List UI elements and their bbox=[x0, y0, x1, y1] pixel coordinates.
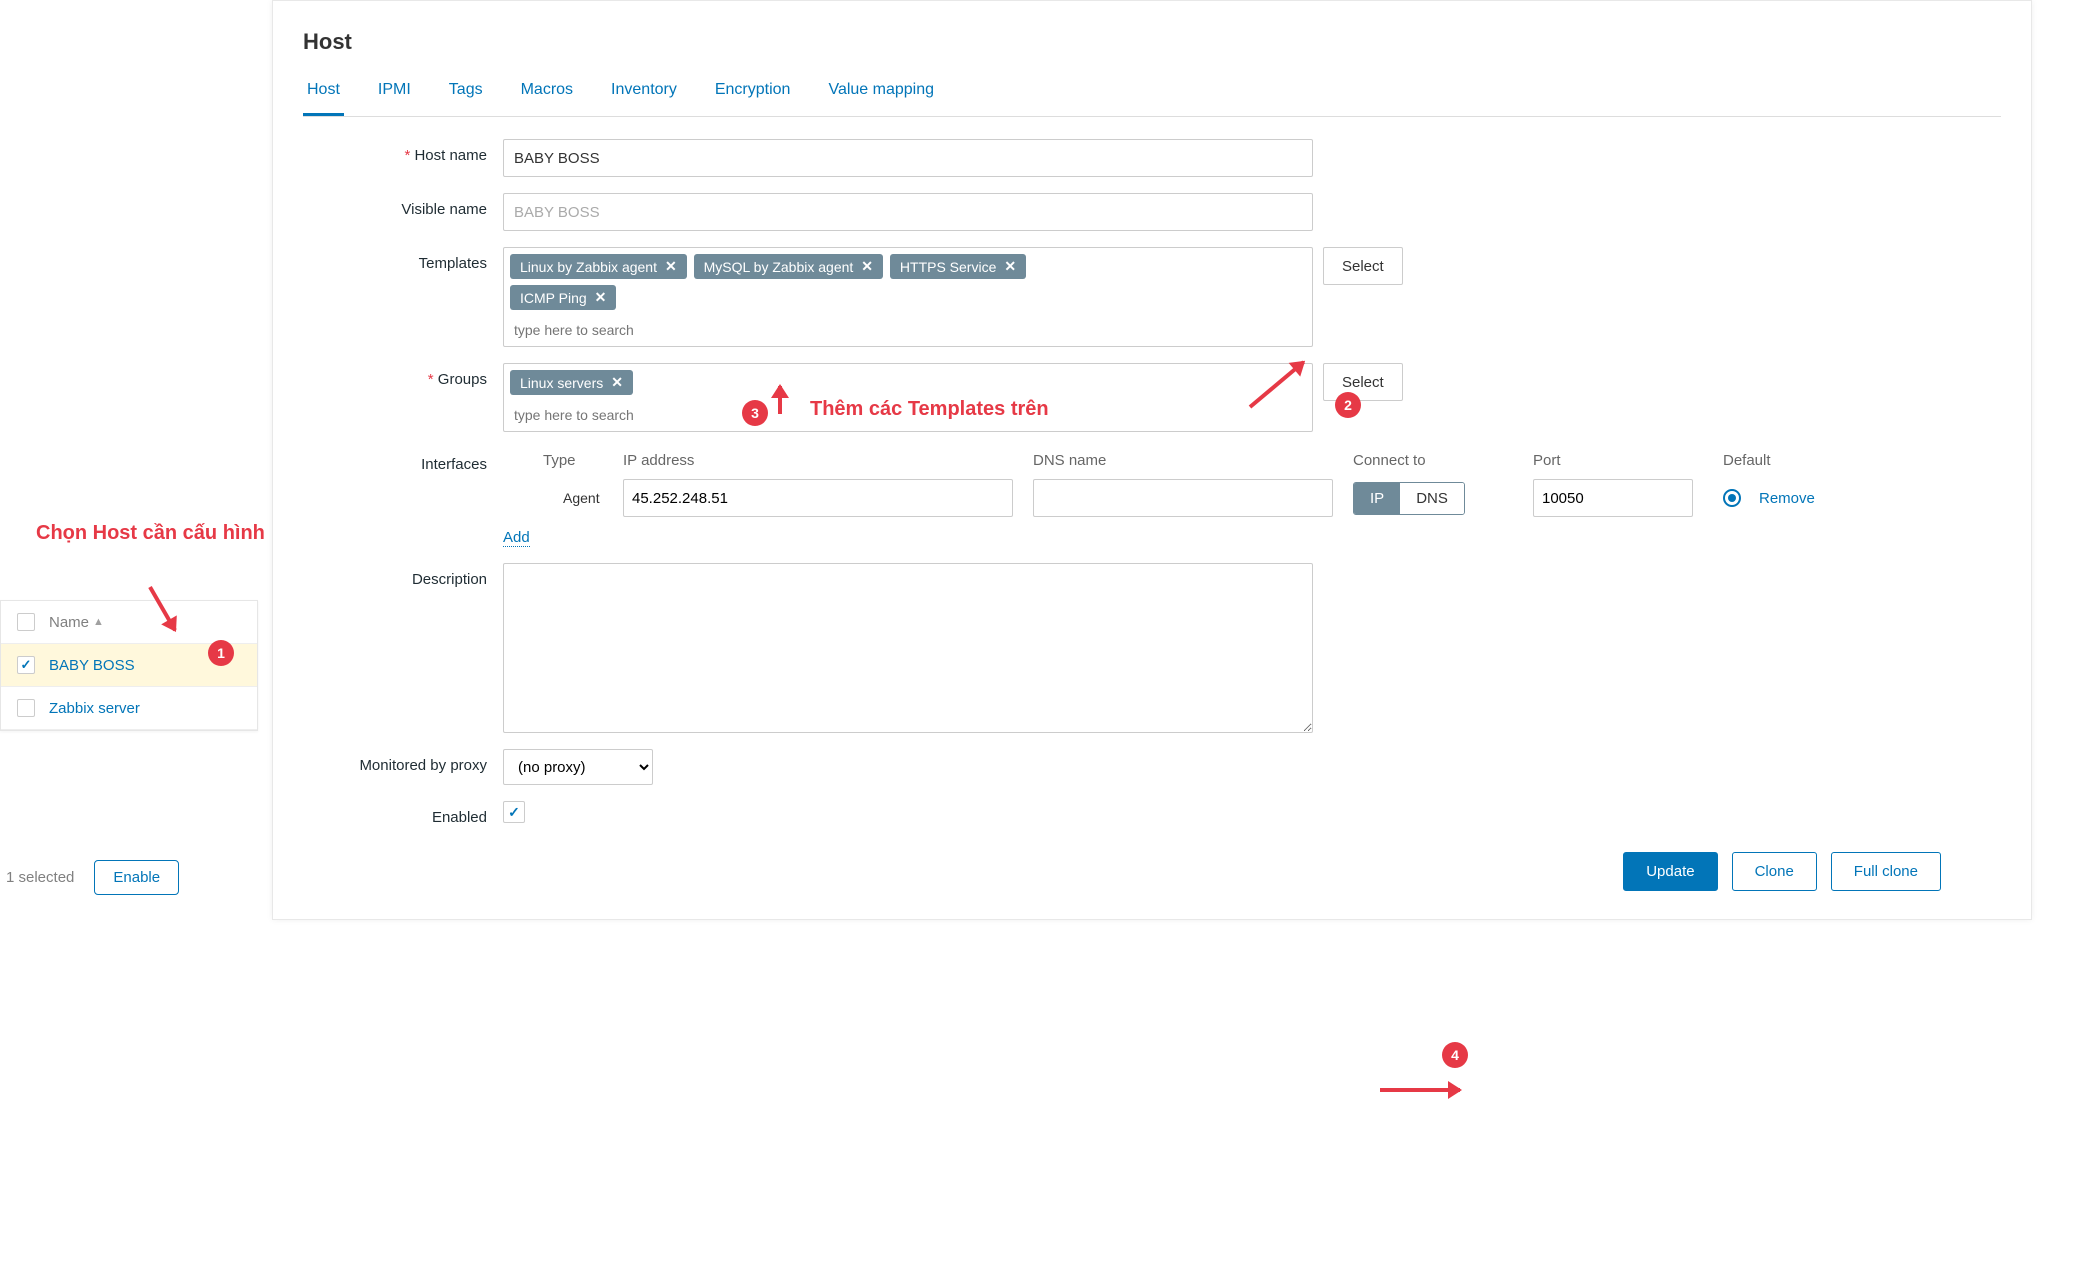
annotation-badge-4: 4 bbox=[1442, 1042, 1468, 1068]
remove-template-icon[interactable]: ✕ bbox=[1004, 258, 1016, 275]
iface-ip-input[interactable] bbox=[623, 479, 1013, 517]
description-textarea[interactable] bbox=[503, 563, 1313, 733]
templates-multiselect[interactable]: Linux by Zabbix agent ✕ MySQL by Zabbix … bbox=[503, 247, 1313, 347]
template-chip-label: ICMP Ping bbox=[520, 290, 587, 306]
proxy-select[interactable]: (no proxy) bbox=[503, 749, 653, 785]
dialog-tabs: Host IPMI Tags Macros Inventory Encrypti… bbox=[303, 73, 2001, 117]
iface-dns-input[interactable] bbox=[1033, 479, 1333, 517]
iface-add-link[interactable]: Add bbox=[503, 529, 530, 547]
iface-header-dns: DNS name bbox=[1033, 452, 1353, 469]
select-all-checkbox[interactable] bbox=[17, 613, 35, 631]
host-link-baby-boss[interactable]: BABY BOSS bbox=[49, 657, 135, 674]
tab-ipmi[interactable]: IPMI bbox=[374, 73, 415, 116]
template-chip-label: HTTPS Service bbox=[900, 259, 996, 275]
iface-port-input[interactable] bbox=[1533, 479, 1693, 517]
tab-encryption[interactable]: Encryption bbox=[711, 73, 795, 116]
enable-button[interactable]: Enable bbox=[94, 860, 179, 895]
host-checkbox-zabbix-server[interactable] bbox=[17, 699, 35, 717]
dialog-footer: Update Clone Full clone bbox=[303, 852, 2001, 891]
arrow-icon bbox=[1380, 1088, 1460, 1092]
iface-header-ip: IP address bbox=[623, 452, 1033, 469]
dialog-title: Host bbox=[303, 29, 2001, 55]
connect-to-ip[interactable]: IP bbox=[1354, 483, 1400, 514]
interfaces-header: Type IP address DNS name Connect to Port… bbox=[503, 452, 1983, 469]
label-host-name: Host name bbox=[303, 139, 503, 164]
tab-macros[interactable]: Macros bbox=[517, 73, 577, 116]
connect-to-toggle: IP DNS bbox=[1353, 482, 1465, 515]
selected-count: 1 selected bbox=[6, 869, 74, 886]
groups-select-button[interactable]: Select bbox=[1323, 363, 1403, 401]
label-groups: Groups bbox=[303, 363, 503, 388]
host-row-zabbix-server[interactable]: Zabbix server bbox=[1, 687, 257, 730]
iface-default-radio[interactable] bbox=[1723, 489, 1741, 507]
template-chip: HTTPS Service ✕ bbox=[890, 254, 1026, 279]
remove-template-icon[interactable]: ✕ bbox=[595, 289, 607, 306]
label-description: Description bbox=[303, 563, 503, 588]
host-name-input[interactable] bbox=[503, 139, 1313, 177]
tab-inventory[interactable]: Inventory bbox=[607, 73, 681, 116]
enabled-checkbox[interactable] bbox=[503, 801, 525, 823]
template-chip: MySQL by Zabbix agent ✕ bbox=[694, 254, 883, 279]
groups-search-input[interactable] bbox=[510, 401, 710, 429]
groups-multiselect[interactable]: Linux servers ✕ bbox=[503, 363, 1313, 432]
templates-select-button[interactable]: Select bbox=[1323, 247, 1403, 285]
visible-name-input[interactable] bbox=[503, 193, 1313, 231]
iface-type: Agent bbox=[503, 490, 623, 506]
label-enabled: Enabled bbox=[303, 801, 503, 826]
iface-remove-link[interactable]: Remove bbox=[1759, 490, 1815, 507]
iface-header-default: Default bbox=[1723, 452, 1843, 469]
template-chip-label: Linux by Zabbix agent bbox=[520, 259, 657, 275]
template-chip: ICMP Ping ✕ bbox=[510, 285, 616, 310]
host-link-zabbix-server[interactable]: Zabbix server bbox=[49, 700, 140, 717]
host-list-panel: Name ▲ BABY BOSS Zabbix server bbox=[0, 600, 258, 731]
annotation-choose-host: Chọn Host cần cấu hình bbox=[36, 520, 265, 546]
interface-row: Agent IP DNS Remove bbox=[503, 479, 1983, 517]
tab-host[interactable]: Host bbox=[303, 73, 344, 116]
sort-asc-icon: ▲ bbox=[93, 616, 104, 628]
group-chip: Linux servers ✕ bbox=[510, 370, 633, 395]
remove-group-icon[interactable]: ✕ bbox=[611, 374, 623, 391]
update-button[interactable]: Update bbox=[1623, 852, 1717, 891]
iface-header-connect-to: Connect to bbox=[1353, 452, 1533, 469]
iface-header-type: Type bbox=[503, 452, 623, 469]
host-row-baby-boss[interactable]: BABY BOSS bbox=[1, 644, 257, 687]
tab-value-mapping[interactable]: Value mapping bbox=[824, 73, 938, 116]
templates-search-input[interactable] bbox=[510, 316, 710, 344]
group-chip-label: Linux servers bbox=[520, 375, 603, 391]
clone-button[interactable]: Clone bbox=[1732, 852, 1817, 891]
label-proxy: Monitored by proxy bbox=[303, 749, 503, 774]
label-visible-name: Visible name bbox=[303, 193, 503, 218]
host-list-header: Name ▲ bbox=[1, 601, 257, 644]
label-templates: Templates bbox=[303, 247, 503, 272]
tab-tags[interactable]: Tags bbox=[445, 73, 487, 116]
full-clone-button[interactable]: Full clone bbox=[1831, 852, 1941, 891]
remove-template-icon[interactable]: ✕ bbox=[665, 258, 677, 275]
remove-template-icon[interactable]: ✕ bbox=[861, 258, 873, 275]
host-list-name-column[interactable]: Name bbox=[49, 614, 89, 631]
template-chip: Linux by Zabbix agent ✕ bbox=[510, 254, 687, 279]
host-checkbox-baby-boss[interactable] bbox=[17, 656, 35, 674]
template-chip-label: MySQL by Zabbix agent bbox=[704, 259, 854, 275]
connect-to-dns[interactable]: DNS bbox=[1400, 483, 1464, 514]
label-interfaces: Interfaces bbox=[303, 448, 503, 473]
host-edit-dialog: Host Host IPMI Tags Macros Inventory Enc… bbox=[272, 0, 2032, 920]
iface-header-port: Port bbox=[1533, 452, 1723, 469]
